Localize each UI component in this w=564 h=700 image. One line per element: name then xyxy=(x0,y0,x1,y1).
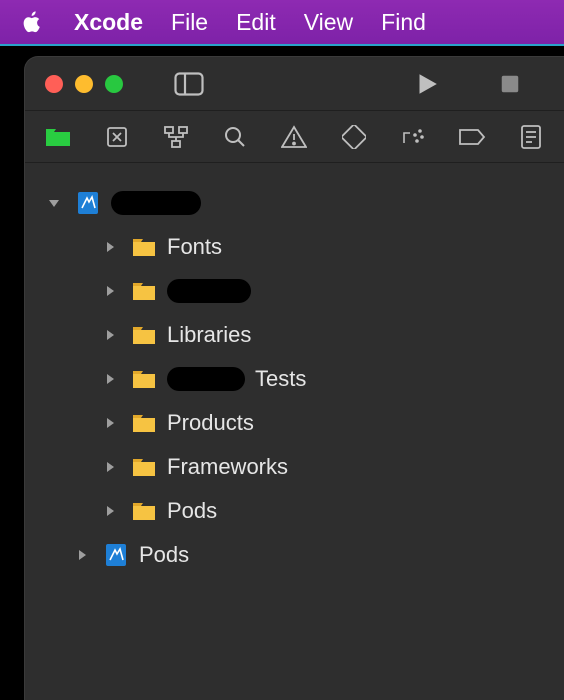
folder-icon xyxy=(131,500,157,522)
tree-item-label: Products xyxy=(167,410,254,436)
macos-menubar: Xcode File Edit View Find xyxy=(0,0,564,46)
breakpoint-navigator-tab[interactable] xyxy=(458,122,487,152)
menu-view[interactable]: View xyxy=(304,9,353,36)
menu-find[interactable]: Find xyxy=(381,9,426,36)
tree-sibling-pods[interactable]: Pods xyxy=(25,533,564,577)
project-navigator-tab[interactable] xyxy=(43,122,72,152)
symbol-navigator-tab[interactable] xyxy=(161,122,190,152)
xcode-project-icon xyxy=(103,544,129,566)
tree-item-label: Pods xyxy=(167,498,217,524)
tree-folder-item[interactable]: Fonts xyxy=(25,225,564,269)
tree-item-label: Frameworks xyxy=(167,454,288,480)
tree-item-label: Fonts xyxy=(167,234,222,260)
menu-edit[interactable]: Edit xyxy=(236,9,276,36)
traffic-lights xyxy=(45,75,123,93)
debug-navigator-tab[interactable] xyxy=(398,122,427,152)
folder-icon xyxy=(131,280,157,302)
chevron-down-icon[interactable] xyxy=(43,192,65,214)
xcode-project-icon xyxy=(75,192,101,214)
chevron-right-icon[interactable] xyxy=(99,324,121,346)
redacted-text xyxy=(167,367,245,391)
redacted-text xyxy=(167,279,251,303)
chevron-right-icon[interactable] xyxy=(99,236,121,258)
find-navigator-tab[interactable] xyxy=(221,122,250,152)
chevron-right-icon[interactable] xyxy=(71,544,93,566)
folder-icon xyxy=(131,236,157,258)
window-titlebar xyxy=(25,57,564,111)
tree-folder-item[interactable]: Frameworks xyxy=(25,445,564,489)
chevron-right-icon[interactable] xyxy=(99,500,121,522)
tree-folder-item[interactable]: Products xyxy=(25,401,564,445)
apple-logo-icon[interactable] xyxy=(18,8,46,36)
redacted-text xyxy=(111,191,201,215)
tree-folder-item[interactable]: Tests xyxy=(25,357,564,401)
test-navigator-tab[interactable] xyxy=(339,122,368,152)
chevron-right-icon[interactable] xyxy=(99,412,121,434)
zoom-window-button[interactable] xyxy=(105,75,123,93)
toggle-sidebar-button[interactable] xyxy=(171,66,207,102)
issue-navigator-tab[interactable] xyxy=(280,122,309,152)
chevron-right-icon[interactable] xyxy=(99,368,121,390)
minimize-window-button[interactable] xyxy=(75,75,93,93)
run-button[interactable] xyxy=(408,66,444,102)
tree-root-project[interactable] xyxy=(25,181,564,225)
chevron-right-icon[interactable] xyxy=(99,456,121,478)
folder-icon xyxy=(131,456,157,478)
stop-button[interactable] xyxy=(492,66,528,102)
chevron-right-icon[interactable] xyxy=(99,280,121,302)
menu-app-name[interactable]: Xcode xyxy=(74,9,143,36)
report-navigator-tab[interactable] xyxy=(517,122,546,152)
source-control-navigator-tab[interactable] xyxy=(102,122,131,152)
tree-item-label: Libraries xyxy=(167,322,251,348)
xcode-window: Fonts LibrariesTestsProducts Frameworks Pod… xyxy=(24,56,564,700)
menu-file[interactable]: File xyxy=(171,9,208,36)
tree-folder-item[interactable]: Libraries xyxy=(25,313,564,357)
navigator-tabstrip xyxy=(25,111,564,163)
folder-icon xyxy=(131,412,157,434)
tree-item-label: Pods xyxy=(139,542,189,568)
tree-folder-item[interactable]: Pods xyxy=(25,489,564,533)
folder-icon xyxy=(131,368,157,390)
tree-item-label: Tests xyxy=(255,366,306,392)
close-window-button[interactable] xyxy=(45,75,63,93)
project-navigator-tree: Fonts LibrariesTestsProducts Frameworks Pod… xyxy=(25,163,564,577)
folder-icon xyxy=(131,324,157,346)
tree-folder-item[interactable] xyxy=(25,269,564,313)
